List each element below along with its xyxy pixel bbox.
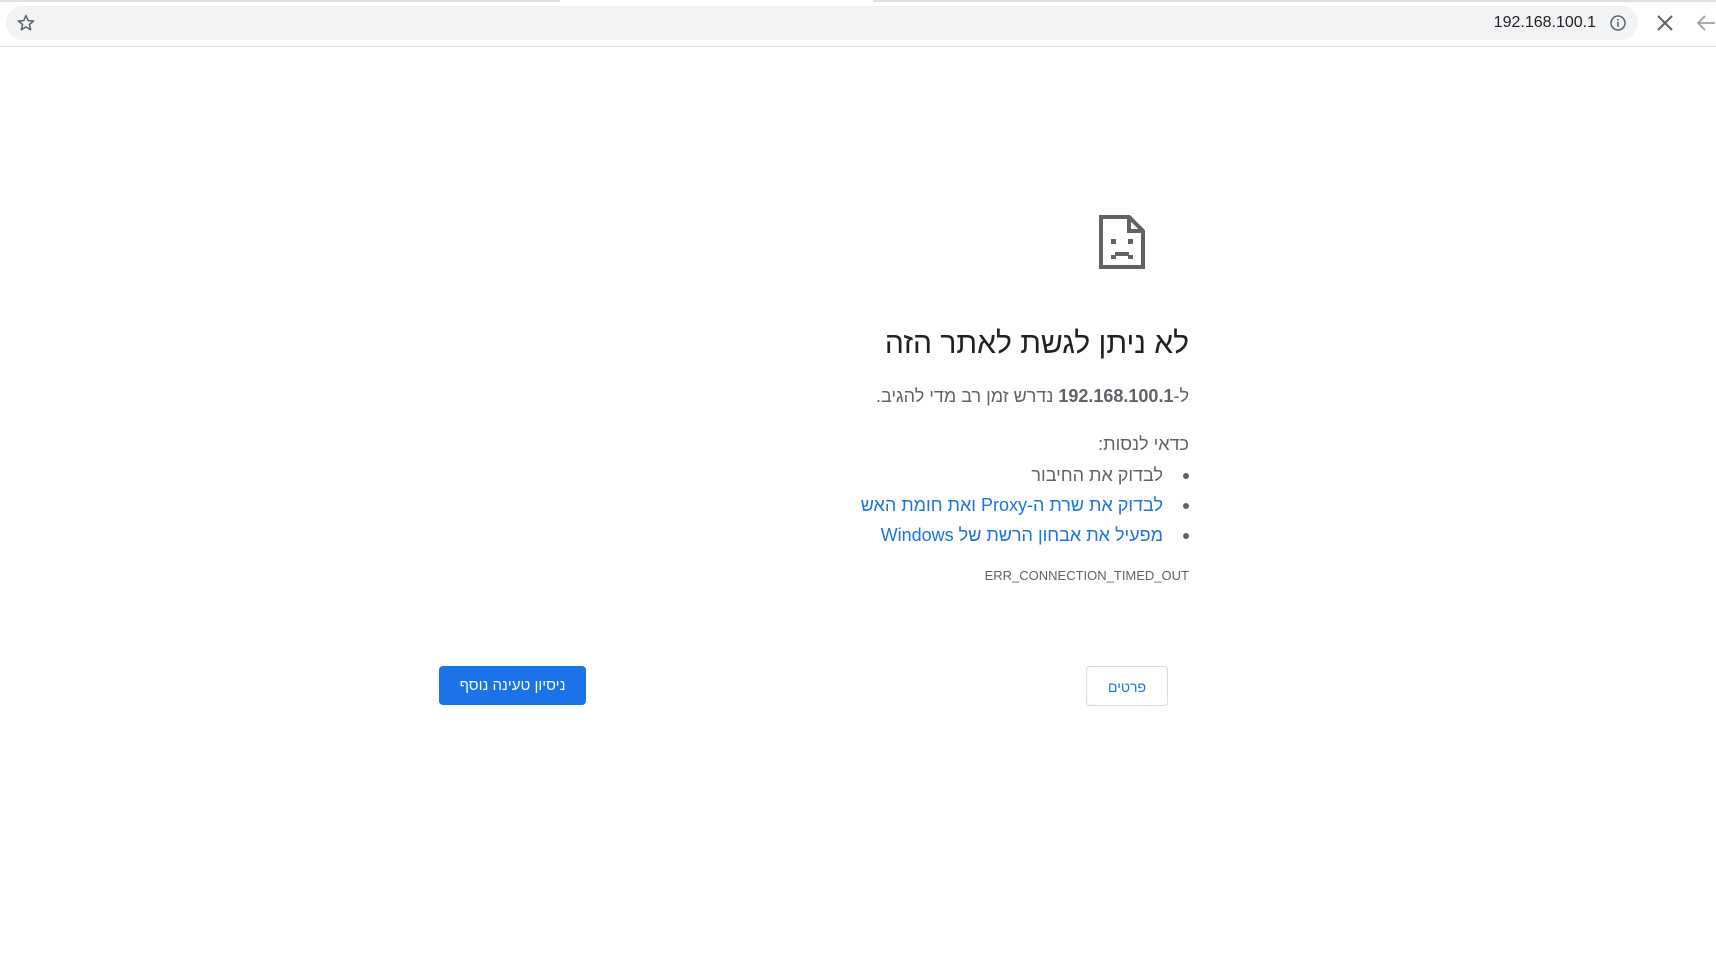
- suggestion-network-diagnostics: מפעיל את אבחון הרשת של Windows: [489, 520, 1189, 550]
- suggestion-label: לבדוק את החיבור: [1031, 465, 1163, 485]
- info-icon[interactable]: [1608, 13, 1628, 33]
- proxy-firewall-link[interactable]: לבדוק את שרת ה-Proxy ואת חומת האש: [861, 495, 1163, 515]
- error-message: ל-192.168.100.1 נדרש זמן רב מדי להגיב.: [489, 384, 1189, 408]
- message-prefix: ל-: [1173, 386, 1189, 406]
- browser-toolbar: 192.168.100.1: [0, 0, 1716, 47]
- close-icon[interactable]: [1655, 13, 1675, 33]
- sad-page-icon: [1098, 214, 1146, 270]
- details-button[interactable]: פרטים: [1086, 666, 1168, 706]
- star-icon[interactable]: [16, 13, 36, 33]
- error-page: לא ניתן לגשת לאתר הזה ל-192.168.100.1 נד…: [0, 46, 1716, 953]
- suggestion-check-proxy: לבדוק את שרת ה-Proxy ואת חומת האש: [489, 490, 1189, 520]
- back-arrow-icon[interactable]: [1694, 13, 1716, 33]
- suggestions-list: לבדוק את החיבור לבדוק את שרת ה-Proxy ואת…: [489, 460, 1189, 550]
- address-bar[interactable]: 192.168.100.1: [6, 6, 1638, 40]
- error-code: ERR_CONNECTION_TIMED_OUT: [984, 568, 1189, 583]
- reload-button[interactable]: ניסיון טעינה נוסף: [439, 666, 586, 705]
- network-diagnostics-link[interactable]: מפעיל את אבחון הרשת של Windows: [881, 525, 1163, 545]
- tab-strip-edge: [0, 0, 560, 2]
- error-title: לא ניתן לגשת לאתר הזה: [884, 327, 1189, 360]
- try-label: כדאי לנסות:: [1098, 434, 1189, 454]
- error-host: 192.168.100.1: [1058, 386, 1174, 406]
- suggestion-check-connection: לבדוק את החיבור: [489, 460, 1189, 490]
- error-text-block: לא ניתן לגשת לאתר הזה ל-192.168.100.1 נד…: [489, 326, 1189, 584]
- message-suffix: נדרש זמן רב מדי להגיב.: [875, 386, 1059, 406]
- url-text[interactable]: 192.168.100.1: [1494, 13, 1596, 33]
- tab-strip-edge: [873, 0, 1716, 2]
